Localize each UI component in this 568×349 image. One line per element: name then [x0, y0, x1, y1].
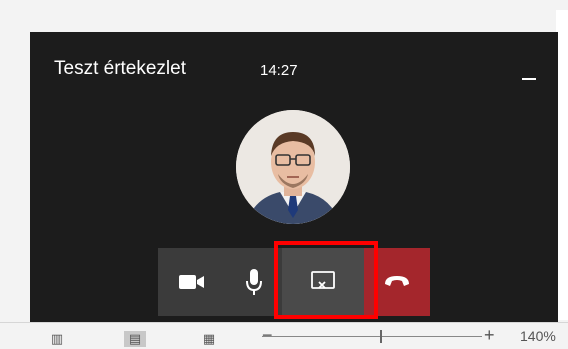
screen: ▥ ▤ ▦ − + 140% Teszt értekezlet 14:27: [0, 0, 568, 349]
stop-sharing-button[interactable]: [282, 248, 364, 316]
minimize-button[interactable]: [514, 54, 544, 84]
zoom-slider-thumb[interactable]: [380, 330, 382, 343]
zoom-slider[interactable]: [262, 336, 482, 337]
participant-avatar: [236, 110, 350, 224]
call-controls: [158, 248, 430, 316]
microphone-icon: [246, 269, 262, 295]
hang-up-icon: [385, 276, 409, 286]
top-strip: [0, 0, 568, 32]
meeting-title: Teszt értekezlet: [54, 58, 186, 79]
zoom-in-button[interactable]: +: [484, 326, 495, 344]
call-window: Teszt értekezlet 14:27: [30, 32, 558, 322]
minimize-icon: [522, 78, 536, 80]
video-camera-icon: [179, 275, 204, 289]
camera-toggle-button[interactable]: [158, 248, 226, 316]
web-layout-view-icon[interactable]: ▦: [198, 331, 220, 347]
print-layout-view-icon[interactable]: ▤: [124, 331, 146, 347]
stop-sharing-icon: [311, 271, 335, 289]
hang-up-button[interactable]: [364, 248, 430, 316]
zoom-level[interactable]: 140%: [520, 328, 556, 344]
microphone-toggle-button[interactable]: [226, 248, 282, 316]
zoom-out-button[interactable]: −: [262, 326, 273, 344]
read-mode-view-icon[interactable]: ▥: [46, 331, 68, 347]
meeting-time: 14:27: [260, 62, 298, 79]
